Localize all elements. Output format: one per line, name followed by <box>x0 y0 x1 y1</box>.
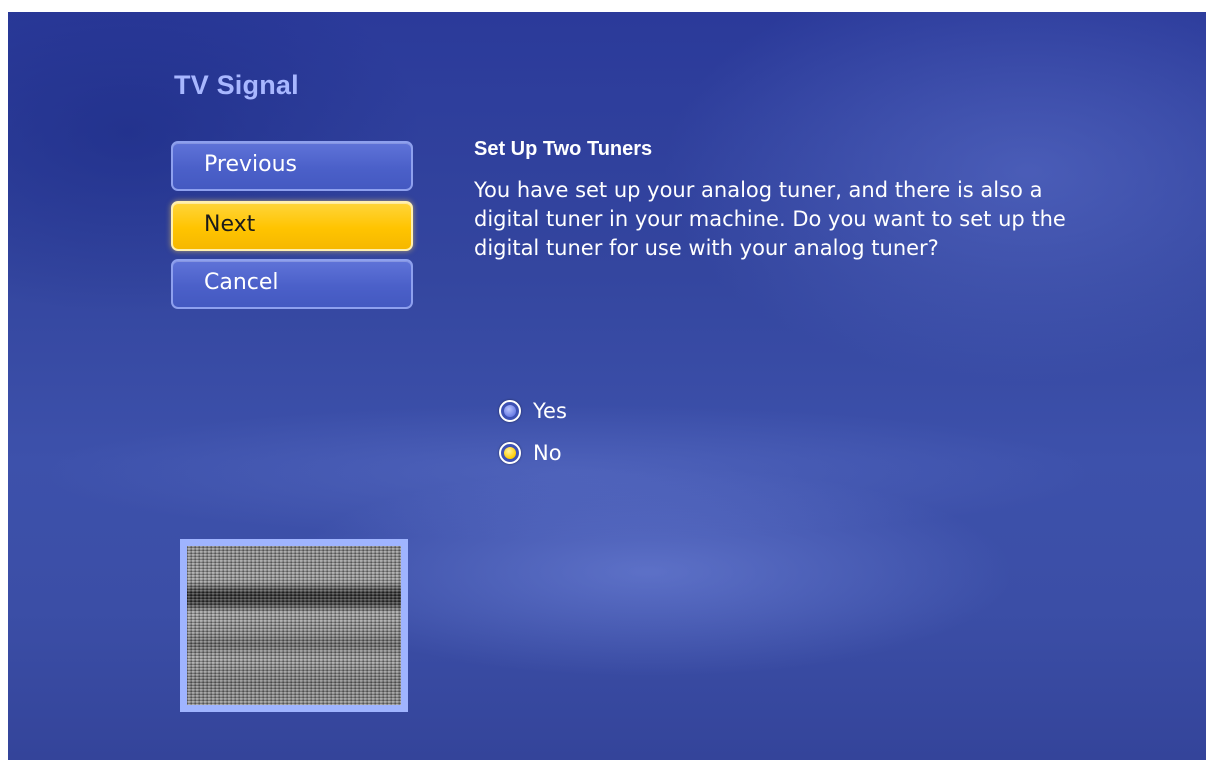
radio-button-selected-icon[interactable] <box>499 442 521 464</box>
option-label: Yes <box>533 399 567 423</box>
option-label: No <box>533 441 562 465</box>
tv-static-icon <box>187 546 401 705</box>
media-center-window: TV Signal Previous Next Cancel Set Up Tw… <box>8 12 1206 760</box>
previous-button[interactable]: Previous <box>171 141 413 191</box>
tv-preview-window <box>180 539 408 712</box>
radio-button-icon[interactable] <box>499 400 521 422</box>
description-text: You have set up your analog tuner, and t… <box>474 178 1066 260</box>
section-heading: Set Up Two Tuners <box>474 138 653 160</box>
next-button[interactable]: Next <box>171 201 413 251</box>
cancel-button[interactable]: Cancel <box>171 259 413 309</box>
option-no[interactable]: No <box>499 436 562 470</box>
page-title: TV Signal <box>174 70 299 100</box>
option-yes[interactable]: Yes <box>499 394 567 428</box>
